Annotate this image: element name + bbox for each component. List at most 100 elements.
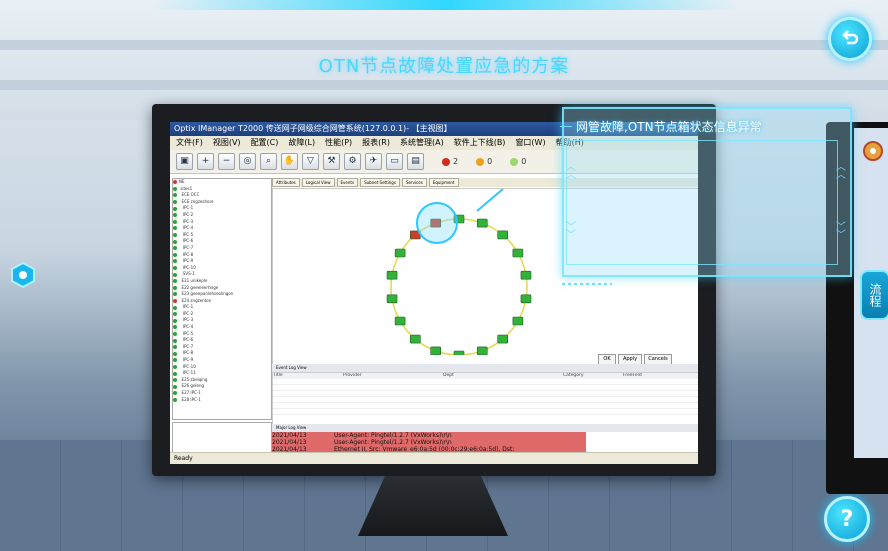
tree-item[interactable]: E22 geeeleertinge	[173, 285, 271, 292]
tree-item[interactable]: IPC-5	[173, 232, 271, 239]
tree-item[interactable]: SVS-1	[173, 271, 271, 278]
tree-item[interactable]: IPC-6	[173, 337, 271, 344]
tree-item[interactable]: ECE zngzeshore	[173, 199, 271, 206]
back-button[interactable]	[828, 17, 872, 61]
tree-item[interactable]: IPC-11	[173, 370, 271, 377]
tree-item[interactable]: IPC-5	[173, 331, 271, 338]
book-icon[interactable]: ▤	[407, 153, 424, 170]
ne-node[interactable]	[394, 316, 406, 326]
search-icon[interactable]: ⌕	[260, 153, 277, 170]
alarm-row[interactable]: 2021/04/13 User-Agent: Pingtel/1.2.7 (VxW…	[272, 439, 586, 446]
tab-equipment[interactable]: Equipment	[428, 178, 459, 187]
monitor-icon[interactable]: ▭	[386, 153, 403, 170]
tab-attributes[interactable]: Attributes	[272, 178, 300, 187]
return-arrow-icon	[842, 30, 859, 45]
ceiling-beam	[0, 40, 888, 50]
settings-icon[interactable]: ⚙	[344, 153, 361, 170]
tree-item[interactable]: sites1	[173, 186, 271, 193]
tree-item[interactable]: NE	[173, 179, 271, 186]
tree-item[interactable]: IPC-2	[173, 212, 271, 219]
plane-icon[interactable]: ✈	[365, 153, 382, 170]
ne-node[interactable]	[409, 334, 421, 344]
ne-node[interactable]	[394, 248, 406, 258]
ne-node[interactable]	[512, 316, 524, 326]
alarm-log-table: 2021/04/13 User-Agent: Pingtel/1.2.7 (VxW…	[272, 432, 586, 453]
menu-report[interactable]: 报表(R)	[362, 136, 390, 150]
ne-node[interactable]	[520, 294, 532, 304]
chevron-up-icon: ︿ ︿	[566, 162, 576, 181]
ne-node[interactable]	[386, 270, 398, 280]
tree-item[interactable]: IPC-10	[173, 265, 271, 272]
tree-item[interactable]: E25 zbeiqing	[173, 377, 271, 384]
tree-item[interactable]: E28 IPC-1	[173, 397, 271, 404]
chevron-down-icon: ﹀ ﹀	[566, 222, 576, 241]
tree-item[interactable]: IPC-1	[173, 304, 271, 311]
event-log-title: Event Log View	[272, 364, 698, 372]
minor-alarm-count[interactable]: 0	[510, 157, 526, 166]
menu-fault[interactable]: 故障(L)	[288, 136, 315, 150]
filter-icon[interactable]: ▽	[302, 153, 319, 170]
menu-system[interactable]: 系统管理(A)	[400, 136, 444, 150]
flow-side-tab[interactable]: 流程	[860, 270, 888, 320]
menu-window[interactable]: 窗口(W)	[515, 136, 545, 150]
menu-file[interactable]: 文件(F)	[176, 136, 203, 150]
tree-item[interactable]: IPC-1	[173, 205, 271, 212]
tree-item[interactable]: IPC-10	[173, 364, 271, 371]
event-log-table: Title Provider Dept Category FreeFeld	[272, 372, 698, 426]
tree-item[interactable]: E26 geleng	[173, 383, 271, 390]
lock-icon[interactable]: ▣	[176, 153, 193, 170]
left-nav-node-icon[interactable]	[10, 261, 36, 289]
tree-lower-pane	[172, 422, 272, 454]
zoom-fit-icon[interactable]: ◎	[239, 153, 256, 170]
app-shortcut-icon[interactable]	[862, 140, 884, 162]
ne-node[interactable]	[512, 248, 524, 258]
tree-item[interactable]: IPC-4	[173, 225, 271, 232]
ne-tree-panel: NE sites1 ECE OCC ECE zngzeshore IPC-1 I…	[172, 178, 272, 420]
zoom-in-icon[interactable]: +	[197, 153, 214, 170]
tree-item[interactable]: IPC-9	[173, 357, 271, 364]
fault-info-message: 网管故障,OTN节点箱状态信息异常	[576, 120, 762, 134]
menu-performance[interactable]: 性能(P)	[325, 136, 352, 150]
ne-node[interactable]	[497, 334, 509, 344]
scene-title: OTN节点故障处置应急的方案	[318, 56, 570, 77]
major-alarm-count[interactable]: 0	[476, 157, 492, 166]
ne-node[interactable]	[520, 270, 532, 280]
tree-item[interactable]: IPC-3	[173, 219, 271, 226]
menu-software[interactable]: 软件上下线(B)	[454, 136, 506, 150]
tools-icon[interactable]: ⚒	[323, 153, 340, 170]
alarm-row[interactable]: 2021/04/13 User-Agent: Pingtel/1.2.7 (VxW…	[272, 432, 586, 439]
tree-item[interactable]: ECE OCC	[173, 192, 271, 199]
tree-item[interactable]: IPC-8	[173, 350, 271, 357]
tree-item[interactable]: IPC-3	[173, 317, 271, 324]
tree-item[interactable]: IPC-8	[173, 252, 271, 259]
tree-item[interactable]: IPC-6	[173, 238, 271, 245]
tree-item[interactable]: IPC-9	[173, 258, 271, 265]
fault-highlight-ring	[416, 202, 458, 244]
panel-dotted-line	[562, 283, 612, 285]
status-bar: Ready	[170, 452, 698, 464]
tree-item[interactable]: E24 zngzenton	[173, 298, 271, 305]
tree-item[interactable]: E27 IPC-1	[173, 390, 271, 397]
menu-config[interactable]: 配置(C)	[251, 136, 279, 150]
menu-view[interactable]: 视图(V)	[213, 136, 241, 150]
tree-item[interactable]: E23 geeepanlehseolingon	[173, 291, 271, 298]
tree-item[interactable]: IPC-4	[173, 324, 271, 331]
hand-icon[interactable]: ✋	[281, 153, 298, 170]
tree-item[interactable]: IPC-7	[173, 245, 271, 252]
tree-item[interactable]: E21 unikeple	[173, 278, 271, 285]
critical-alarm-count[interactable]: 2	[442, 157, 458, 166]
zoom-out-icon[interactable]: −	[218, 153, 235, 170]
tab-subnet-settings[interactable]: Subnet Settings	[360, 178, 400, 187]
callout-line	[476, 188, 504, 212]
table-row[interactable]	[273, 409, 698, 415]
tab-services[interactable]: Services	[401, 178, 427, 187]
tab-events[interactable]: Events	[336, 178, 359, 187]
tab-logical-view[interactable]: Logical View	[301, 178, 335, 187]
tree-item[interactable]: IPC-2	[173, 311, 271, 318]
top-glow-arc	[150, 0, 740, 10]
ne-node[interactable]	[497, 230, 509, 240]
tree-item[interactable]: IPC-7	[173, 344, 271, 351]
ne-node[interactable]	[476, 218, 488, 228]
ne-node[interactable]	[386, 294, 398, 304]
help-button[interactable]: ?	[824, 496, 870, 542]
